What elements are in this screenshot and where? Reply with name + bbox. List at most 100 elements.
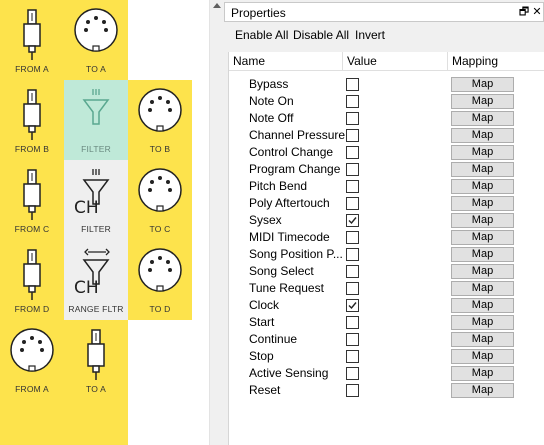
- node-label: FROM C: [14, 224, 50, 234]
- map-button[interactable]: Map: [451, 298, 514, 313]
- property-name: Start: [249, 315, 275, 329]
- property-name: Channel Pressure: [249, 128, 345, 142]
- property-checkbox[interactable]: [346, 384, 359, 397]
- node-from-c[interactable]: FROM C: [0, 160, 64, 240]
- float-panel-icon[interactable]: 🗗: [517, 5, 531, 19]
- node-to-d[interactable]: TO D: [128, 240, 192, 320]
- property-name: Continue: [249, 332, 298, 346]
- property-checkbox[interactable]: [346, 129, 359, 142]
- map-button[interactable]: Map: [451, 366, 514, 381]
- channel-badge: CH: [74, 278, 99, 298]
- property-row: Pitch Bend Map: [229, 178, 544, 195]
- node-to-a[interactable]: TO A: [64, 320, 128, 400]
- property-checkbox[interactable]: [346, 95, 359, 108]
- patch-canvas[interactable]: FROM A TO A FROM B FILTER TO B FROM C CH FILTER…: [0, 0, 209, 445]
- property-row: Program Change Map: [229, 161, 544, 178]
- column-header-value[interactable]: Value: [343, 52, 448, 71]
- map-button[interactable]: Map: [451, 94, 514, 109]
- column-header-name[interactable]: Name: [229, 52, 343, 71]
- property-row: Song Position P... Map: [229, 246, 544, 263]
- node-from-d[interactable]: FROM D: [0, 240, 64, 320]
- map-button[interactable]: Map: [451, 111, 514, 126]
- property-checkbox[interactable]: [346, 316, 359, 329]
- invert-button[interactable]: Invert: [355, 28, 385, 42]
- property-checkbox[interactable]: [346, 214, 359, 227]
- property-checkbox[interactable]: [346, 350, 359, 363]
- close-panel-icon[interactable]: ✕: [530, 5, 544, 19]
- node-filter[interactable]: FILTER: [64, 80, 128, 160]
- panel-titlebar[interactable]: Properties 🗗 ✕: [224, 2, 544, 22]
- property-checkbox[interactable]: [346, 333, 359, 346]
- node-label: FILTER: [81, 144, 111, 154]
- property-row: Start Map: [229, 314, 544, 331]
- property-row: Note On Map: [229, 93, 544, 110]
- property-name: Control Change: [249, 145, 334, 159]
- checkmark-icon: [348, 302, 357, 310]
- node-to-c[interactable]: TO C: [128, 160, 192, 240]
- property-row: Tune Request Map: [229, 280, 544, 297]
- property-row: MIDI Timecode Map: [229, 229, 544, 246]
- property-checkbox[interactable]: [346, 265, 359, 278]
- column-header-mapping[interactable]: Mapping: [448, 52, 544, 71]
- property-row: Poly Aftertouch Map: [229, 195, 544, 212]
- node-range-fltr[interactable]: CH RANGE FLTR: [64, 240, 128, 320]
- node-label: TO A: [85, 64, 106, 74]
- property-checkbox[interactable]: [346, 248, 359, 261]
- property-checkbox[interactable]: [346, 231, 359, 244]
- property-checkbox[interactable]: [346, 282, 359, 295]
- property-checkbox[interactable]: [346, 299, 359, 312]
- node-filter[interactable]: CH FILTER: [64, 160, 128, 240]
- disable-all-button[interactable]: Disable All: [293, 28, 349, 42]
- scroll-up-icon[interactable]: [213, 3, 221, 8]
- map-button[interactable]: Map: [451, 230, 514, 245]
- property-name: Song Position P...: [249, 247, 343, 261]
- map-button[interactable]: Map: [451, 281, 514, 296]
- map-button[interactable]: Map: [451, 77, 514, 92]
- property-row: Bypass Map: [229, 76, 544, 93]
- property-row: Sysex Map: [229, 212, 544, 229]
- map-button[interactable]: Map: [451, 315, 514, 330]
- property-checkbox[interactable]: [346, 112, 359, 125]
- node-label: TO B: [149, 144, 171, 154]
- map-button[interactable]: Map: [451, 213, 514, 228]
- node-from-b[interactable]: FROM B: [0, 80, 64, 160]
- map-button[interactable]: Map: [451, 145, 514, 160]
- property-name: Stop: [249, 349, 274, 363]
- map-button[interactable]: Map: [451, 383, 514, 398]
- property-name: Tune Request: [249, 281, 324, 295]
- node-to-b[interactable]: TO B: [128, 80, 192, 160]
- property-name: Note On: [249, 94, 294, 108]
- property-row: Clock Map: [229, 297, 544, 314]
- canvas-scrollbar[interactable]: [209, 0, 223, 445]
- node-label: TO D: [149, 304, 171, 314]
- node-label: TO C: [149, 224, 171, 234]
- property-row: Channel Pressure Map: [229, 127, 544, 144]
- property-checkbox[interactable]: [346, 78, 359, 91]
- property-name: Poly Aftertouch: [249, 196, 330, 210]
- node-to-a[interactable]: TO A: [64, 0, 128, 80]
- map-button[interactable]: Map: [451, 162, 514, 177]
- map-button[interactable]: Map: [451, 128, 514, 143]
- enable-all-button[interactable]: Enable All: [235, 28, 288, 42]
- property-name: Active Sensing: [249, 366, 329, 380]
- map-button[interactable]: Map: [451, 179, 514, 194]
- property-checkbox[interactable]: [346, 163, 359, 176]
- property-checkbox[interactable]: [346, 180, 359, 193]
- channel-badge: CH: [74, 198, 99, 218]
- property-checkbox[interactable]: [346, 197, 359, 210]
- map-button[interactable]: Map: [451, 247, 514, 262]
- property-checkbox[interactable]: [346, 367, 359, 380]
- node-label: FROM D: [14, 304, 50, 314]
- map-button[interactable]: Map: [451, 349, 514, 364]
- node-from-a[interactable]: FROM A: [0, 320, 64, 400]
- map-button[interactable]: Map: [451, 196, 514, 211]
- map-button[interactable]: Map: [451, 264, 514, 279]
- property-checkbox[interactable]: [346, 146, 359, 159]
- map-button[interactable]: Map: [451, 332, 514, 347]
- property-name: Note Off: [249, 111, 294, 125]
- property-name: MIDI Timecode: [249, 230, 330, 244]
- property-row: Active Sensing Map: [229, 365, 544, 382]
- property-name: Bypass: [249, 77, 289, 91]
- checkmark-icon: [348, 217, 357, 225]
- node-from-a[interactable]: FROM A: [0, 0, 64, 80]
